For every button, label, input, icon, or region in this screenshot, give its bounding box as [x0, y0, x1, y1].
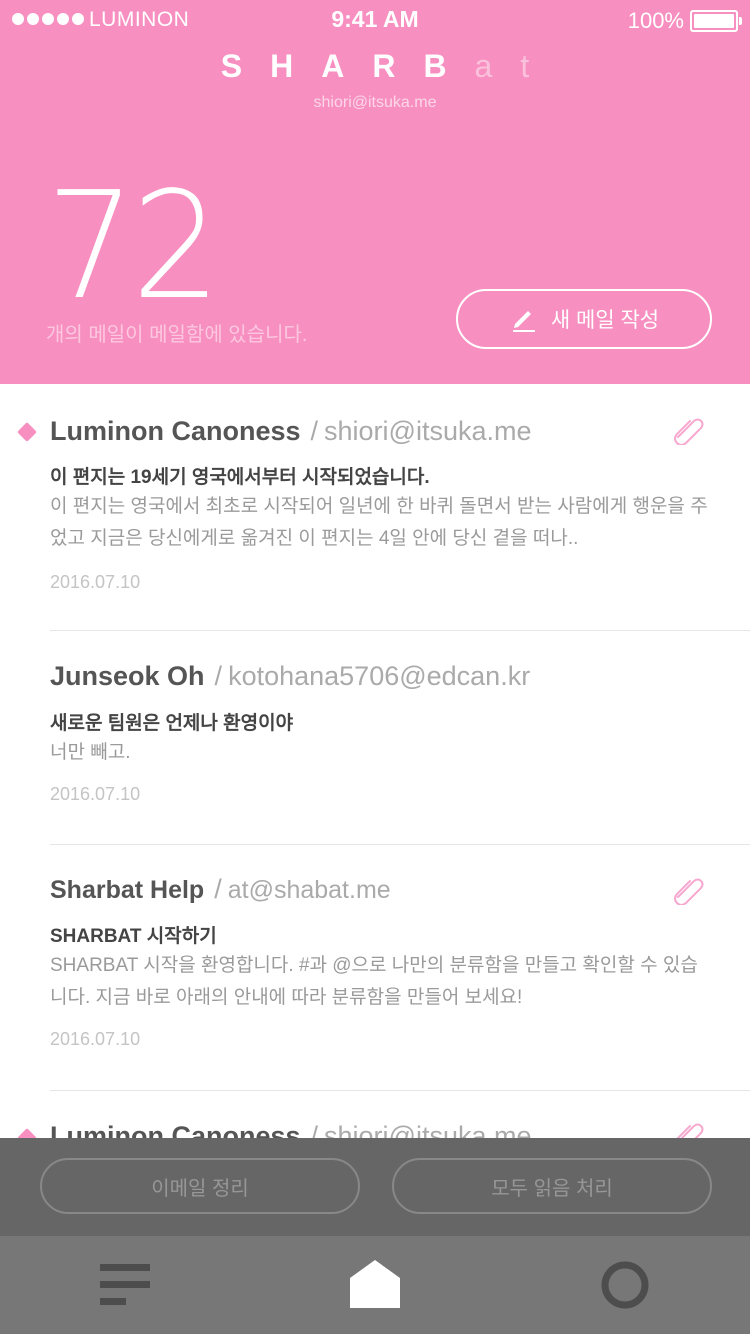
mail-preview: 너만 빼고.	[50, 742, 131, 763]
compose-button[interactable]: 새 메일 작성	[456, 289, 712, 349]
mail-subject: SHARBAT 시작하기	[50, 926, 217, 947]
sender-email: shiori@itsuka.me	[324, 1121, 532, 1138]
mail-item[interactable]: Luminon Canoness / shiori@itsuka.me	[17, 1091, 750, 1138]
mail-item[interactable]: Junseok Oh / kotohana5706@edcan.kr 새로운 팀원은…	[50, 631, 750, 845]
mail-preview: 이 편지는 영국에서 최초로 시작되어 일년에 한 바퀴 돌면서 받는 사람에게…	[50, 496, 708, 549]
attachment-icon	[674, 878, 704, 905]
mail-header: Junseok Oh / kotohana5706@edcan.kr	[50, 661, 531, 691]
menu-icon	[100, 1264, 150, 1305]
home-icon	[350, 1260, 400, 1308]
circle-icon	[601, 1261, 649, 1309]
sender-email: at@shabat.me	[227, 876, 391, 904]
action-bar: 이메일 정리 모두 읽음 처리	[0, 1138, 750, 1236]
mail-count: 72	[46, 160, 221, 332]
mail-count-caption: 개의 메일이 메일함에 있습니다.	[46, 324, 308, 346]
unread-indicator	[17, 422, 37, 442]
mail-item[interactable]: Luminon Canoness / shiori@itsuka.me 이 편지는 …	[17, 384, 750, 631]
tab-home[interactable]	[250, 1236, 500, 1334]
mail-preview: SHARBAT 시작을 환영합니다. #과 @으로 나만의 분류함을 만들고 확…	[50, 955, 698, 1008]
sender-name: Luminon Canoness	[50, 416, 301, 446]
battery-icon	[690, 10, 742, 32]
battery-percentage: 100%	[627, 8, 684, 33]
sender-name: Sharbat Help	[50, 876, 205, 904]
mail-header: Sharbat Help / at@shabat.me	[50, 874, 391, 904]
attachment-icon	[676, 1123, 704, 1138]
app-logo: SHARBat	[220, 48, 558, 84]
sender-email: shiori@itsuka.me	[324, 416, 532, 446]
mail-subject: 이 편지는 19세기 영국에서부터 시작되었습니다.	[50, 467, 430, 488]
mail-header: Luminon Canoness / shiori@itsuka.me	[50, 1091, 710, 1138]
sender-name: Luminon Canoness	[50, 1121, 301, 1138]
tab-profile[interactable]	[500, 1236, 750, 1334]
account-email: shiori@itsuka.me	[313, 94, 437, 111]
app-header: LUMINON 9:41 AM 100% SHARBat shiori@itsu…	[0, 0, 750, 384]
sender-name: Junseok Oh	[50, 661, 205, 691]
status-bar: LUMINON 9:41 AM 100%	[0, 0, 750, 40]
unread-indicator	[17, 1128, 37, 1138]
tab-bar	[0, 1236, 750, 1334]
mail-list[interactable]: Luminon Canoness / shiori@itsuka.me 이 편지는 …	[0, 384, 750, 1138]
mark-all-read-button[interactable]: 모두 읽음 처리	[392, 1158, 712, 1214]
mail-date: 2016.07.10	[50, 572, 141, 592]
mail-date: 2016.07.10	[50, 1029, 141, 1049]
pencil-icon	[512, 311, 535, 332]
mail-header: Luminon Canoness / shiori@itsuka.me	[50, 416, 532, 446]
sender-email: kotohana5706@edcan.kr	[228, 661, 531, 691]
attachment-icon	[674, 418, 704, 445]
tab-menu[interactable]	[0, 1236, 250, 1334]
mail-date: 2016.07.10	[50, 784, 141, 804]
mail-subject: 새로운 팀원은 언제나 환영이야	[50, 713, 294, 734]
cleanup-button[interactable]: 이메일 정리	[40, 1158, 360, 1214]
compose-button-label: 새 메일 작성	[550, 309, 660, 332]
mail-item[interactable]: Sharbat Help / at@shabat.me SHARBAT 시작하기 S…	[50, 845, 750, 1091]
